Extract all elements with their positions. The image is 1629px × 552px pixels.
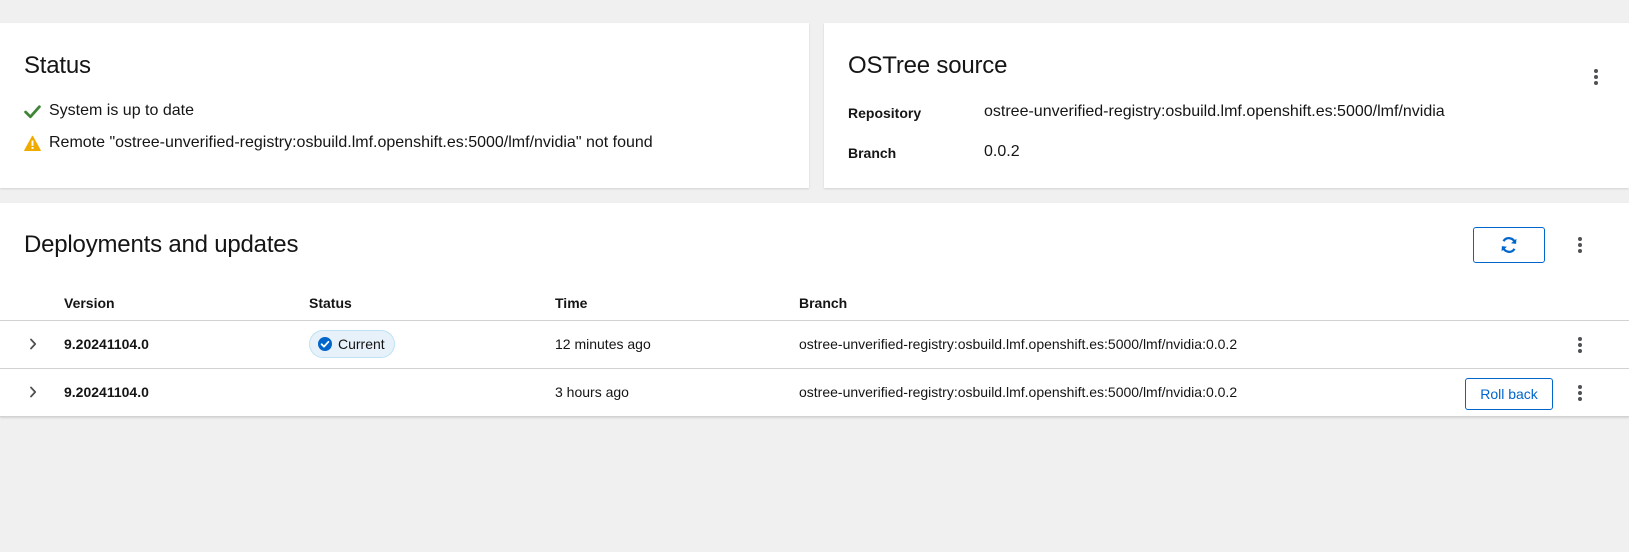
column-header-status[interactable]: Status (309, 295, 352, 311)
deployment-version: 9.20241104.0 (64, 384, 149, 400)
row-menu-kebab-icon[interactable] (1568, 333, 1592, 357)
column-header-version[interactable]: Version (64, 295, 115, 311)
deployment-time: 3 hours ago (555, 384, 629, 400)
deployments-menu-kebab-icon[interactable] (1568, 233, 1592, 257)
status-warning-text: Remote "ostree-unverified-registry:osbui… (49, 134, 653, 151)
status-card-title: Status (24, 52, 91, 79)
deployments-card: Deployments and updates Version Status T… (0, 203, 1629, 417)
branch-label: Branch (848, 145, 897, 161)
row-menu-kebab-icon[interactable] (1568, 381, 1592, 405)
status-ok-line: System is up to date (24, 102, 194, 120)
deployment-branch: ostree-unverified-registry:osbuild.lmf.o… (799, 384, 1238, 400)
repository-value: ostree-unverified-registry:osbuild.lmf.o… (984, 103, 1445, 120)
status-badge-label: Current (338, 336, 385, 352)
check-icon (24, 103, 41, 120)
deployments-title: Deployments and updates (24, 231, 299, 258)
expand-row-chevron-icon[interactable] (24, 381, 42, 403)
current-status-badge: Current (309, 330, 395, 358)
roll-back-button[interactable]: Roll back (1465, 378, 1553, 410)
ostree-source-card: OSTree source Repository ostree-unverifi… (824, 23, 1629, 188)
deployment-version: 9.20241104.0 (64, 336, 149, 352)
column-header-time[interactable]: Time (555, 295, 587, 311)
status-card: Status System is up to date Remote "ostr… (0, 23, 809, 188)
column-header-branch[interactable]: Branch (799, 295, 847, 311)
deployment-time: 12 minutes ago (555, 336, 651, 352)
warning-triangle-icon (24, 135, 41, 152)
status-ok-text: System is up to date (49, 102, 194, 119)
ostree-card-title: OSTree source (848, 52, 1008, 79)
status-warning-line: Remote "ostree-unverified-registry:osbui… (24, 134, 653, 152)
expand-row-chevron-icon[interactable] (24, 333, 42, 355)
deployment-branch: ostree-unverified-registry:osbuild.lmf.o… (799, 336, 1238, 352)
table-row: 9.20241104.0 3 hours ago ostree-unverifi… (0, 369, 1629, 417)
ostree-menu-kebab-icon[interactable] (1584, 65, 1608, 89)
repository-label: Repository (848, 105, 922, 121)
refresh-button[interactable] (1473, 227, 1545, 263)
branch-value: 0.0.2 (984, 143, 1020, 160)
refresh-icon (1500, 236, 1518, 254)
check-circle-icon (318, 337, 332, 351)
table-row: 9.20241104.0 Current 12 minutes ago ostr… (0, 321, 1629, 369)
